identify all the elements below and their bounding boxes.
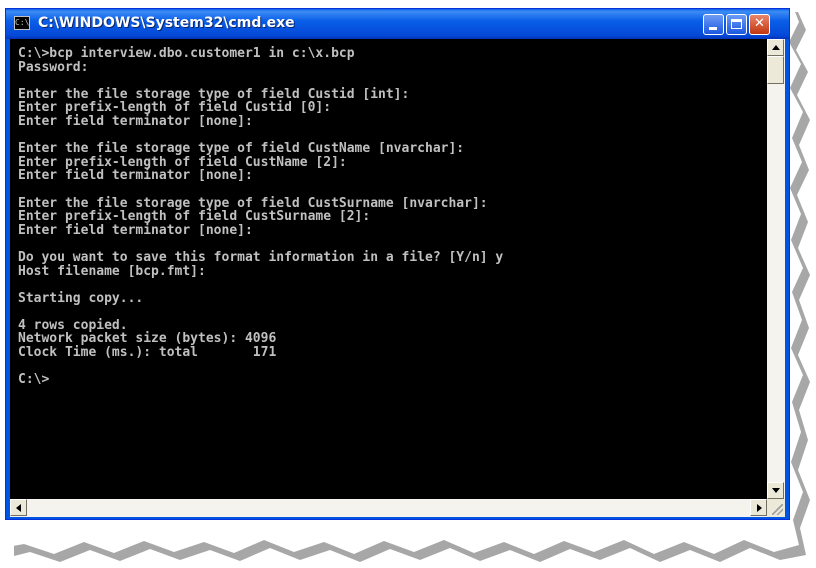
horizontal-scrollbar[interactable] (10, 499, 767, 517)
close-button[interactable]: ✕ (749, 14, 770, 35)
console-line: Clock Time (ms.): total 171 (18, 345, 277, 361)
minimize-icon (709, 27, 717, 30)
console-line: Enter field terminator [none]: (18, 222, 253, 238)
console-line: C:\>bcp interview.dbo.customer1 in c:\x.… (18, 46, 355, 61)
maximize-button[interactable] (726, 14, 747, 35)
maximize-icon (731, 19, 742, 29)
console-line: Network packet size (bytes): 4096 (18, 331, 277, 347)
vertical-scrollbar[interactable] (767, 39, 785, 499)
scroll-down-button[interactable] (767, 482, 784, 499)
scroll-up-button[interactable] (767, 39, 784, 56)
console-line: Enter field terminator [none]: (18, 168, 253, 184)
console-line: Host filename [bcp.fmt]: (18, 263, 206, 279)
console-line: 4 rows copied. (18, 317, 128, 333)
arrow-left-icon (16, 504, 21, 512)
console-line: Enter field terminator [none]: (18, 113, 253, 129)
client-area: C:\>bcp interview.dbo.customer1 in c:\x.… (10, 39, 785, 517)
resize-grip[interactable] (767, 499, 785, 517)
vertical-scroll-thumb[interactable] (767, 56, 784, 84)
arrow-down-icon (772, 488, 780, 493)
console-line: Enter the file storage type of field Cus… (18, 86, 410, 102)
console-output[interactable]: C:\>bcp interview.dbo.customer1 in c:\x.… (10, 39, 767, 499)
resize-grip-icon (772, 504, 783, 515)
window-title: C:\WINDOWS\System32\cmd.exe (38, 15, 295, 31)
console-line: Enter prefix-length of field Custid [0]: (18, 100, 332, 116)
minimize-button[interactable] (703, 14, 724, 35)
cmd-window: C:\ C:\WINDOWS\System32\cmd.exe ✕ C:\>bc… (5, 8, 790, 520)
close-icon: ✕ (754, 16, 765, 31)
console-line: Enter prefix-length of field CustSurname… (18, 209, 371, 225)
console-line: Password: (18, 59, 89, 75)
scroll-left-button[interactable] (10, 499, 27, 516)
console-line: Starting copy... (18, 290, 144, 306)
console-line: Enter the file storage type of field Cus… (18, 141, 465, 157)
console-line: Do you want to save this format informat… (18, 249, 504, 265)
scroll-right-button[interactable] (750, 499, 767, 516)
console-line: Enter prefix-length of field CustName [2… (18, 154, 347, 170)
arrow-up-icon (772, 45, 780, 50)
console-line: Enter the file storage type of field Cus… (18, 195, 488, 211)
console-line: C:\> (18, 372, 50, 388)
title-bar[interactable]: C:\ C:\WINDOWS\System32\cmd.exe ✕ (6, 9, 789, 39)
arrow-right-icon (757, 504, 762, 512)
cmd-icon[interactable]: C:\ (14, 16, 30, 30)
